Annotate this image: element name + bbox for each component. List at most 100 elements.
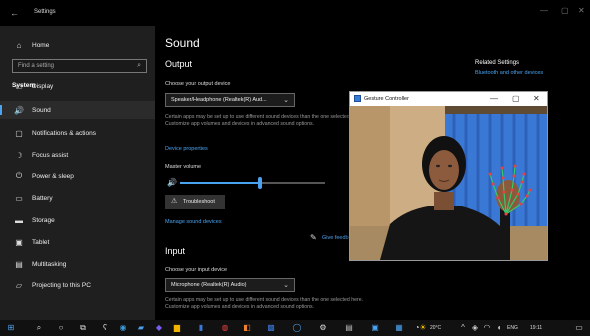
- vscode-icon[interactable]: ◆: [154, 323, 164, 333]
- tablet-icon: ▣: [15, 237, 23, 247]
- gesture-window-title: Gesture Controller: [364, 95, 409, 102]
- related-settings-heading: Related Settings: [475, 60, 520, 66]
- app-icon[interactable]: ▣: [370, 323, 380, 333]
- language-indicator[interactable]: ENG: [507, 325, 518, 331]
- volume-slider-fill: [180, 182, 260, 184]
- page-title: Sound: [165, 36, 200, 50]
- projecting-icon: ▱: [15, 280, 23, 290]
- sidebar-item-sound[interactable]: 🔊 Sound: [0, 101, 155, 119]
- app-icon[interactable]: ▦: [394, 323, 404, 333]
- manage-sound-devices-link[interactable]: Manage sound devices: [165, 219, 222, 225]
- sidebar: ⌂ Home Find a setting ⌕ System ▭ Display 🔊…: [0, 26, 155, 320]
- weather-icon: ☀: [419, 323, 427, 332]
- title-bar: ← Settings — ▢ ✕: [0, 0, 590, 26]
- app-icon[interactable]: ◧: [242, 323, 252, 333]
- input-device-select[interactable]: Microphone (Realtek(R) Audio) ⌄: [165, 278, 295, 292]
- camera-feed: [350, 106, 547, 260]
- sidebar-item-home[interactable]: ⌂ Home: [0, 36, 155, 54]
- app-icon[interactable]: ▮: [196, 323, 206, 333]
- input-device-label: Choose your input device: [165, 267, 228, 273]
- output-device-select[interactable]: Speaker/Headphone (Realtek(R) Aud... ⌄: [165, 93, 295, 107]
- sidebar-item-label: Power & sleep: [32, 172, 74, 180]
- app-icon[interactable]: ◯: [292, 323, 302, 333]
- sidebar-item-battery[interactable]: ▭ Battery: [0, 189, 155, 207]
- device-properties-link[interactable]: Device properties: [165, 146, 208, 152]
- search-placeholder: Find a setting: [18, 63, 55, 69]
- master-volume-slider[interactable]: [180, 177, 325, 189]
- sidebar-item-label: Notifications & actions: [32, 129, 96, 137]
- volume-slider-thumb[interactable]: [257, 177, 262, 189]
- chevron-down-icon: ⌄: [283, 282, 289, 289]
- weather-temp[interactable]: 20°C: [430, 325, 441, 331]
- chrome-icon[interactable]: ◍: [220, 323, 230, 333]
- sidebar-item-label: Multitasking: [32, 260, 67, 268]
- cortana-icon[interactable]: ○: [56, 323, 66, 333]
- app-icon[interactable]: ▰: [136, 323, 146, 333]
- output-heading: Output: [165, 59, 193, 69]
- sidebar-item-display[interactable]: ▭ Display: [0, 77, 155, 95]
- input-heading: Input: [165, 246, 186, 256]
- chevron-down-icon: ⌄: [283, 97, 289, 104]
- file-explorer-icon[interactable]: ▆: [172, 323, 182, 333]
- sidebar-item-label: Storage: [32, 216, 55, 224]
- maximize-icon[interactable]: ▢: [512, 94, 520, 103]
- app-icon: [354, 95, 361, 102]
- close-icon[interactable]: ✕: [578, 6, 585, 15]
- multitasking-icon: ▤: [15, 259, 23, 269]
- sound-icon: 🔊: [14, 105, 24, 115]
- clock[interactable]: 19:11: [530, 325, 542, 331]
- master-volume-label: Master volume: [165, 164, 202, 170]
- wifi-icon[interactable]: ◠: [482, 323, 492, 333]
- warning-icon: ⚠: [171, 198, 178, 205]
- sidebar-item-label: Tablet: [32, 238, 50, 246]
- tray-arrow-icon[interactable]: ^: [458, 323, 468, 333]
- back-arrow-icon[interactable]: ←: [10, 8, 19, 18]
- sidebar-item-label: Focus assist: [32, 151, 69, 159]
- tray-app-icon[interactable]: ◈: [470, 323, 480, 333]
- sidebar-item-projecting-to-this-pc[interactable]: ▱ Projecting to this PC: [0, 276, 155, 294]
- search-input[interactable]: Find a setting ⌕: [12, 59, 147, 73]
- volume-icon[interactable]: ◖: [494, 323, 504, 333]
- notification-center-icon[interactable]: ▭: [574, 323, 584, 333]
- minimize-icon[interactable]: —: [490, 94, 498, 103]
- start-icon[interactable]: ⊞: [6, 323, 16, 333]
- output-device-value: Speaker/Headphone (Realtek(R) Aud...: [171, 97, 267, 103]
- notifications-icon: ▢: [15, 128, 23, 138]
- settings-taskbar-icon[interactable]: ⚙: [318, 323, 328, 333]
- sidebar-item-storage[interactable]: ▬ Storage: [0, 211, 155, 229]
- close-icon[interactable]: ✕: [533, 94, 540, 103]
- sidebar-item-power-sleep[interactable]: ⏻ Power & sleep: [0, 167, 155, 185]
- troubleshoot-button[interactable]: ⚠ Troubleshoot: [165, 195, 225, 209]
- home-icon: ⌂: [16, 40, 22, 50]
- gesture-controller-window: Gesture Controller — ▢ ✕: [349, 91, 548, 261]
- sidebar-item-label: Battery: [32, 194, 53, 202]
- sidebar-item-multitasking[interactable]: ▤ Multitasking: [0, 255, 155, 273]
- input-description: Certain apps may be set up to use differ…: [165, 297, 364, 310]
- battery-icon: ▭: [15, 193, 23, 203]
- app-icon[interactable]: ʕ: [100, 323, 110, 333]
- edge-icon[interactable]: ◉: [118, 323, 128, 333]
- sidebar-item-label: Sound: [32, 106, 51, 114]
- bluetooth-devices-link[interactable]: Bluetooth and other devices: [475, 70, 543, 76]
- taskbar: ⊞ ⌕ ○ ⧉ ʕ ◉ ▰ ◆ ▆ ▮ ◍ ◧ ▩ ◯ ⚙ ▤ ▣ ▦ ◔ ☀ …: [0, 320, 590, 336]
- power-icon: ⏻: [15, 171, 23, 180]
- app-icon[interactable]: ▩: [266, 323, 276, 333]
- troubleshoot-label: Troubleshoot: [183, 198, 215, 205]
- sidebar-item-label: Projecting to this PC: [32, 281, 91, 289]
- sidebar-item-focus-assist[interactable]: ☽ Focus assist: [0, 146, 155, 164]
- volume-icon[interactable]: 🔊: [167, 178, 177, 187]
- feedback-icon: ✎: [310, 233, 317, 242]
- maximize-icon[interactable]: ▢: [561, 6, 569, 15]
- output-device-label: Choose your output device: [165, 81, 231, 87]
- search-icon: ⌕: [137, 62, 141, 69]
- sidebar-item-label: Home: [32, 41, 50, 49]
- app-icon[interactable]: ▤: [344, 323, 354, 333]
- sidebar-item-tablet[interactable]: ▣ Tablet: [0, 233, 155, 251]
- sidebar-item-notifications-actions[interactable]: ▢ Notifications & actions: [0, 124, 155, 142]
- minimize-icon[interactable]: —: [540, 6, 548, 15]
- webcam-image: [350, 106, 547, 260]
- input-device-value: Microphone (Realtek(R) Audio): [171, 282, 247, 288]
- task-view-icon[interactable]: ⧉: [78, 323, 88, 333]
- search-icon[interactable]: ⌕: [34, 323, 44, 333]
- display-icon: ▭: [15, 81, 23, 91]
